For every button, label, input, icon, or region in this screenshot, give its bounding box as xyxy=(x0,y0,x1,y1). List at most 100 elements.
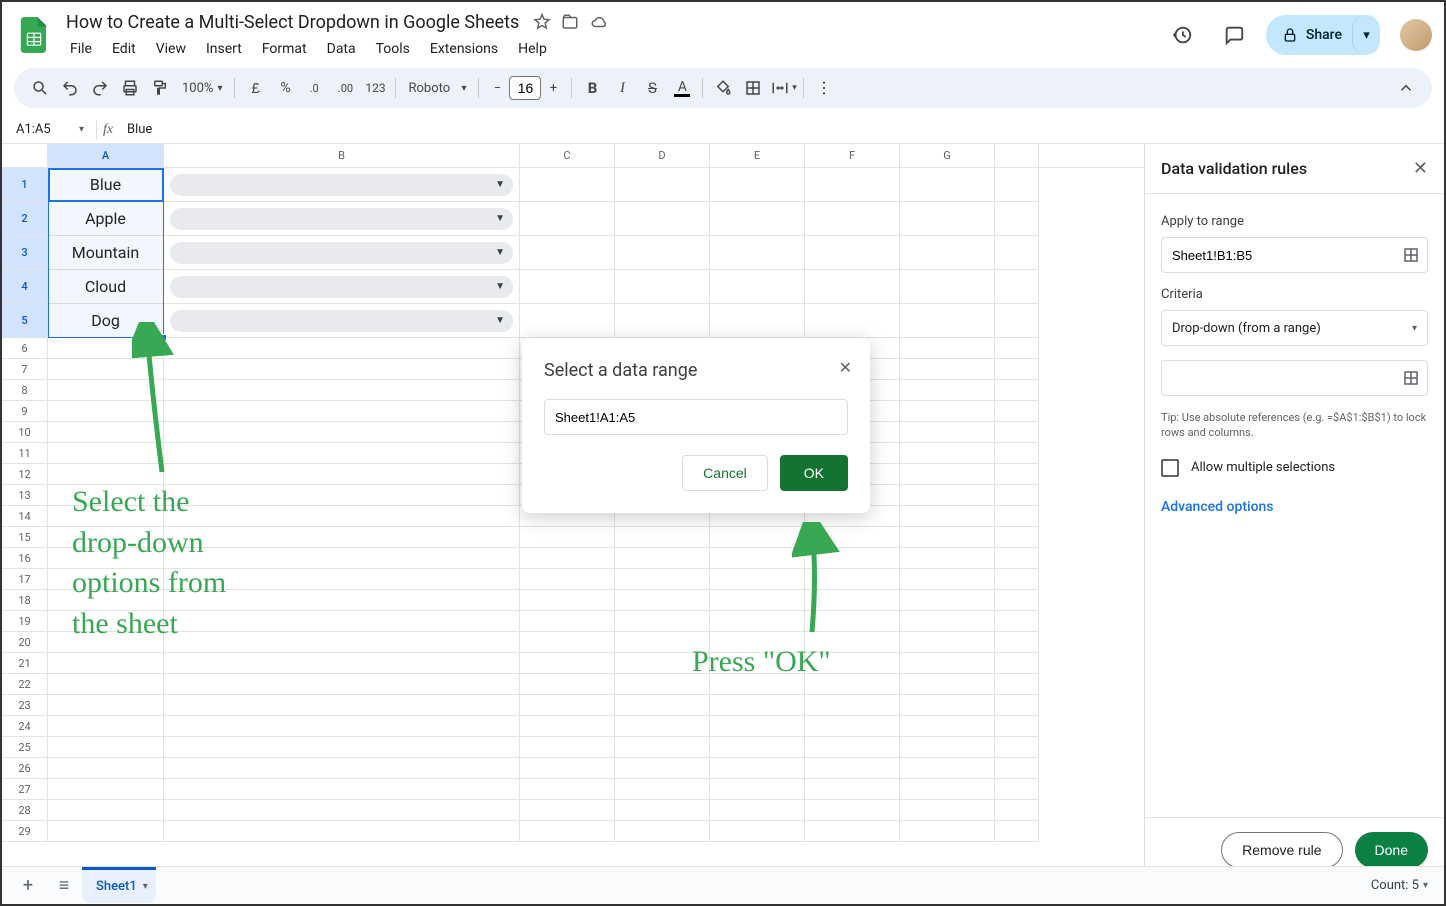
col-header-C[interactable]: C xyxy=(520,144,615,167)
cell[interactable] xyxy=(48,590,164,611)
cell[interactable] xyxy=(48,674,164,695)
cell[interactable] xyxy=(520,202,615,236)
cell[interactable] xyxy=(48,443,164,464)
cell[interactable] xyxy=(164,779,520,800)
col-header-blank[interactable] xyxy=(995,144,1039,167)
name-box[interactable]: A1:A5 ▾ xyxy=(10,122,90,137)
dropdown-chip[interactable]: ▼ xyxy=(170,242,513,264)
cell[interactable] xyxy=(520,758,615,779)
cell[interactable] xyxy=(900,401,995,422)
cell[interactable] xyxy=(164,527,520,548)
cell[interactable] xyxy=(710,716,805,737)
cell[interactable] xyxy=(995,821,1039,842)
text-color-icon[interactable]: A xyxy=(668,74,696,102)
cell[interactable] xyxy=(900,527,995,548)
menu-file[interactable]: File xyxy=(62,37,100,61)
cell[interactable] xyxy=(164,401,520,422)
cell[interactable] xyxy=(48,548,164,569)
italic-icon[interactable]: I xyxy=(608,74,636,102)
cell[interactable] xyxy=(164,716,520,737)
cell[interactable] xyxy=(48,359,164,380)
row-header[interactable]: 10 xyxy=(2,422,48,443)
cell[interactable] xyxy=(995,758,1039,779)
cell[interactable] xyxy=(805,270,900,304)
cell[interactable] xyxy=(805,590,900,611)
cell[interactable] xyxy=(805,716,900,737)
cell[interactable] xyxy=(615,779,710,800)
cell[interactable] xyxy=(164,674,520,695)
move-icon[interactable] xyxy=(561,13,579,31)
row-header[interactable]: 27 xyxy=(2,779,48,800)
cell[interactable] xyxy=(995,779,1039,800)
cell[interactable] xyxy=(900,758,995,779)
cell[interactable] xyxy=(710,779,805,800)
col-header-G[interactable]: G xyxy=(900,144,995,167)
formula-value[interactable]: Blue xyxy=(127,122,152,137)
row-header[interactable]: 14 xyxy=(2,506,48,527)
row-header[interactable]: 29 xyxy=(2,821,48,842)
cell[interactable] xyxy=(520,737,615,758)
cell[interactable] xyxy=(805,779,900,800)
select-all-corner[interactable] xyxy=(2,144,48,167)
bold-icon[interactable]: B xyxy=(578,74,606,102)
col-header-A[interactable]: A xyxy=(48,144,164,167)
cell[interactable] xyxy=(900,653,995,674)
row-header[interactable]: 9 xyxy=(2,401,48,422)
cell[interactable] xyxy=(805,168,900,202)
cell[interactable]: ▼ xyxy=(164,304,520,338)
cell[interactable] xyxy=(48,737,164,758)
cell[interactable] xyxy=(900,821,995,842)
cell[interactable] xyxy=(995,380,1039,401)
cell[interactable] xyxy=(995,695,1039,716)
cell[interactable] xyxy=(710,653,805,674)
cell[interactable] xyxy=(520,779,615,800)
sheets-logo[interactable] xyxy=(14,15,54,55)
cell[interactable] xyxy=(615,590,710,611)
cell[interactable] xyxy=(995,737,1039,758)
cell[interactable] xyxy=(48,632,164,653)
cell[interactable] xyxy=(710,236,805,270)
menu-view[interactable]: View xyxy=(148,37,194,61)
cell[interactable]: ▼ xyxy=(164,236,520,270)
cell[interactable] xyxy=(48,401,164,422)
status-bar[interactable]: Count: 5 ▾ xyxy=(1144,866,1444,904)
menu-help[interactable]: Help xyxy=(510,37,555,61)
cell[interactable] xyxy=(995,304,1039,338)
row-header[interactable]: 13 xyxy=(2,485,48,506)
cell[interactable] xyxy=(520,695,615,716)
cell[interactable] xyxy=(805,674,900,695)
print-icon[interactable] xyxy=(116,74,144,102)
cell[interactable] xyxy=(164,359,520,380)
cell[interactable] xyxy=(48,464,164,485)
cell[interactable] xyxy=(164,821,520,842)
remove-rule-button[interactable]: Remove rule xyxy=(1221,832,1342,868)
cell[interactable] xyxy=(48,716,164,737)
cell[interactable] xyxy=(805,737,900,758)
row-header[interactable]: 20 xyxy=(2,632,48,653)
cell[interactable] xyxy=(615,632,710,653)
cell[interactable] xyxy=(900,359,995,380)
row-header[interactable]: 1 xyxy=(2,168,48,202)
share-button[interactable]: Share xyxy=(1266,15,1358,55)
menu-edit[interactable]: Edit xyxy=(104,37,144,61)
cloud-saved-icon[interactable] xyxy=(589,13,609,31)
row-header[interactable]: 2 xyxy=(2,202,48,236)
cell[interactable] xyxy=(710,590,805,611)
all-sheets-icon[interactable]: ≡ xyxy=(46,871,82,901)
cell[interactable] xyxy=(48,758,164,779)
cell[interactable] xyxy=(805,548,900,569)
dialog-close-icon[interactable]: ✕ xyxy=(839,358,852,377)
cell[interactable] xyxy=(520,674,615,695)
cell[interactable] xyxy=(48,422,164,443)
row-header[interactable]: 6 xyxy=(2,338,48,359)
cell[interactable] xyxy=(710,527,805,548)
star-icon[interactable] xyxy=(533,13,551,31)
row-header[interactable]: 25 xyxy=(2,737,48,758)
cell[interactable] xyxy=(900,716,995,737)
cell[interactable] xyxy=(900,506,995,527)
row-header[interactable]: 16 xyxy=(2,548,48,569)
cell[interactable] xyxy=(164,611,520,632)
cell[interactable] xyxy=(520,590,615,611)
cell[interactable] xyxy=(520,304,615,338)
cell[interactable]: Dog xyxy=(48,304,164,338)
